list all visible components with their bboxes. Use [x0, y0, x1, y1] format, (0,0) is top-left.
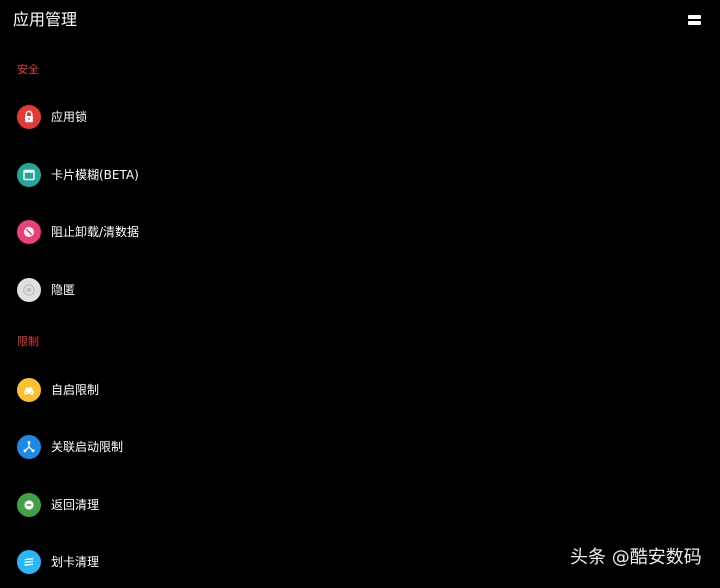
page-title: 应用管理	[13, 10, 78, 29]
swipe-clean-icon	[17, 550, 41, 574]
block-icon	[17, 220, 41, 244]
list-item-label: 关联启动限制	[51, 440, 124, 454]
menu-icon-bar-top	[688, 15, 701, 19]
window-icon	[17, 163, 41, 187]
list-item-block-uninstall[interactable]: 阻止卸载/清数据	[0, 206, 720, 258]
list-item-card-blur[interactable]: 卡片模糊(BETA)	[0, 149, 720, 201]
section-header-security: 安全	[17, 63, 39, 76]
list-item-label: 阻止卸载/清数据	[51, 225, 140, 239]
list-item-label: 返回清理	[51, 498, 100, 512]
car-icon	[17, 378, 41, 402]
list-item-label: 卡片模糊(BETA)	[51, 168, 139, 182]
menu-icon[interactable]	[684, 12, 706, 30]
list-item-app-lock[interactable]: 应用锁	[0, 91, 720, 143]
list-item-hide[interactable]: 隐匿	[0, 264, 720, 316]
list-item-back-clean[interactable]: 返回清理	[0, 479, 720, 531]
list-item-label: 自启限制	[51, 383, 100, 397]
lock-icon	[17, 105, 41, 129]
back-clean-icon	[17, 493, 41, 517]
list-item-label: 划卡清理	[51, 555, 100, 569]
top-app-bar: 应用管理	[0, 0, 720, 44]
network-icon	[17, 435, 41, 459]
hidden-icon	[17, 278, 41, 302]
list-item-label: 隐匿	[51, 283, 76, 297]
app-management-screen: 应用管理 安全 应用锁 卡片模糊(BETA) 阻止卸载/清数据 隐匿 限制 自启…	[0, 0, 720, 585]
list-item-label: 应用锁	[51, 110, 88, 124]
watermark: 头条 @酷安数码	[570, 547, 702, 568]
section-header-restrictions: 限制	[17, 335, 39, 348]
list-item-autostart-limit[interactable]: 自启限制	[0, 364, 720, 416]
menu-icon-bar-bottom	[688, 21, 701, 25]
list-item-linked-start-limit[interactable]: 关联启动限制	[0, 421, 720, 473]
